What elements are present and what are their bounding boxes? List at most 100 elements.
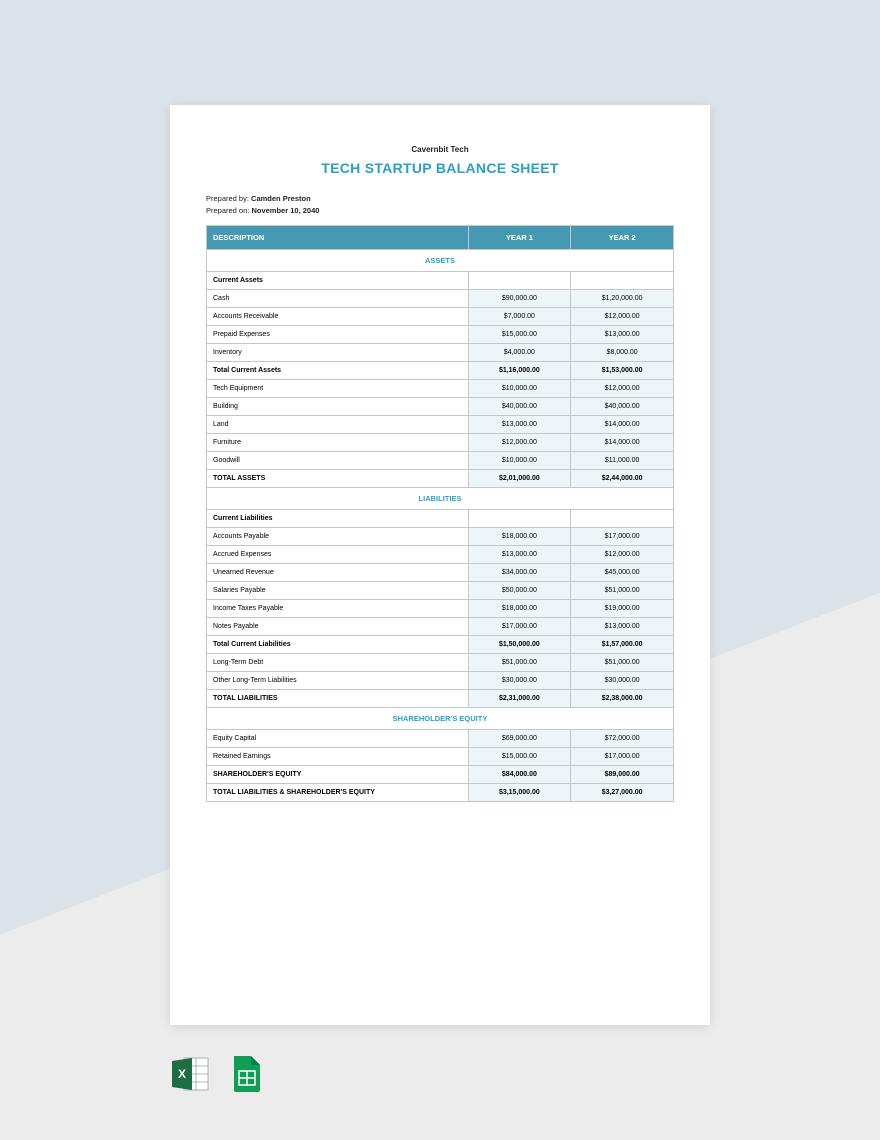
cell-label: Tech Equipment: [207, 380, 469, 398]
table-header-row: DESCRIPTION YEAR 1 YEAR 2: [207, 226, 674, 250]
row-accrued-expenses: Accrued Expenses$13,000.00$12,000.00: [207, 546, 674, 564]
cell-y1: $69,000.00: [468, 730, 571, 748]
cell-y2: $72,000.00: [571, 730, 674, 748]
cell-y1: $2,01,000.00: [468, 470, 571, 488]
row-tech-equipment: Tech Equipment$10,000.00$12,000.00: [207, 380, 674, 398]
cell-y2: $2,44,000.00: [571, 470, 674, 488]
svg-text:X: X: [178, 1067, 186, 1081]
row-inventory: Inventory$4,000.00$8,000.00: [207, 344, 674, 362]
section-assets: ASSETS: [207, 250, 674, 272]
cell-y2: $12,000.00: [571, 546, 674, 564]
cell-label: Land: [207, 416, 469, 434]
cell-y1: $34,000.00: [468, 564, 571, 582]
row-total-current-liabilities: Total Current Liabilities$1,50,000.00$1,…: [207, 636, 674, 654]
row-other-long-term-liabilities: Other Long-Term Liabilities$30,000.00$30…: [207, 672, 674, 690]
cell-y2: $14,000.00: [571, 416, 674, 434]
cell-label: Salaries Payable: [207, 582, 469, 600]
cell-y2: $13,000.00: [571, 326, 674, 344]
cell-label: Furniture: [207, 434, 469, 452]
cell-label: Prepaid Expenses: [207, 326, 469, 344]
row-long-term-debt: Long-Term Debt$51,000.00$51,000.00: [207, 654, 674, 672]
cell-label: Goodwill: [207, 452, 469, 470]
cell-y2: $89,000.00: [571, 766, 674, 784]
cell-y1: $4,000.00: [468, 344, 571, 362]
cell-label: TOTAL LIABILITIES & SHAREHOLDER'S EQUITY: [207, 784, 469, 802]
section-liabilities-label: LIABILITIES: [207, 488, 674, 510]
row-shareholders-equity: SHAREHOLDER'S EQUITY$84,000.00$89,000.00: [207, 766, 674, 784]
cell-label: Accounts Payable: [207, 528, 469, 546]
row-furniture: Furniture$12,000.00$14,000.00: [207, 434, 674, 452]
cell-label: Retained Earnings: [207, 748, 469, 766]
section-assets-label: ASSETS: [207, 250, 674, 272]
cell-label: Other Long-Term Liabilities: [207, 672, 469, 690]
cell-y2: $12,000.00: [571, 308, 674, 326]
excel-icon[interactable]: X: [170, 1054, 210, 1094]
prepared-by-line: Prepared by: Camden Preston: [206, 194, 674, 203]
cell-label: Long-Term Debt: [207, 654, 469, 672]
cell-y2: $17,000.00: [571, 748, 674, 766]
document-page: Cavernbit Tech TECH STARTUP BALANCE SHEE…: [170, 105, 710, 1025]
cell-y1: [468, 272, 571, 290]
cell-y1: $90,000.00: [468, 290, 571, 308]
google-sheets-icon[interactable]: [226, 1054, 266, 1094]
row-accounts-payable: Accounts Payable$18,000.00$17,000.00: [207, 528, 674, 546]
cell-y1: $3,15,000.00: [468, 784, 571, 802]
row-land: Land$13,000.00$14,000.00: [207, 416, 674, 434]
prepared-by-value: Camden Preston: [251, 194, 311, 203]
document-title: TECH STARTUP BALANCE SHEET: [206, 160, 674, 176]
row-salaries-payable: Salaries Payable$50,000.00$51,000.00: [207, 582, 674, 600]
row-total-liabilities-equity: TOTAL LIABILITIES & SHAREHOLDER'S EQUITY…: [207, 784, 674, 802]
cell-y2: [571, 510, 674, 528]
cell-y2: $17,000.00: [571, 528, 674, 546]
cell-y1: $13,000.00: [468, 546, 571, 564]
row-current-assets-header: Current Assets: [207, 272, 674, 290]
cell-y2: [571, 272, 674, 290]
cell-label: Building: [207, 398, 469, 416]
cell-label: Current Assets: [207, 272, 469, 290]
row-total-assets: TOTAL ASSETS$2,01,000.00$2,44,000.00: [207, 470, 674, 488]
company-name: Cavernbit Tech: [206, 145, 674, 154]
section-equity-label: SHAREHOLDER'S EQUITY: [207, 708, 674, 730]
cell-y2: $30,000.00: [571, 672, 674, 690]
row-prepaid-expenses: Prepaid Expenses$15,000.00$13,000.00: [207, 326, 674, 344]
cell-label: TOTAL LIABILITIES: [207, 690, 469, 708]
row-income-taxes-payable: Income Taxes Payable$18,000.00$19,000.00: [207, 600, 674, 618]
row-total-liabilities: TOTAL LIABILITIES$2,31,000.00$2,38,000.0…: [207, 690, 674, 708]
section-equity: SHAREHOLDER'S EQUITY: [207, 708, 674, 730]
cell-y1: $13,000.00: [468, 416, 571, 434]
cell-y1: $7,000.00: [468, 308, 571, 326]
prepared-on-value: November 10, 2040: [251, 206, 319, 215]
cell-label: Total Current Assets: [207, 362, 469, 380]
row-total-current-assets: Total Current Assets$1,16,000.00$1,53,00…: [207, 362, 674, 380]
cell-label: SHAREHOLDER'S EQUITY: [207, 766, 469, 784]
row-building: Building$40,000.00$40,000.00: [207, 398, 674, 416]
cell-y2: $12,000.00: [571, 380, 674, 398]
cell-y2: $1,20,000.00: [571, 290, 674, 308]
row-equity-capital: Equity Capital$69,000.00$72,000.00: [207, 730, 674, 748]
cell-y2: $19,000.00: [571, 600, 674, 618]
cell-y1: $15,000.00: [468, 326, 571, 344]
cell-y1: $2,31,000.00: [468, 690, 571, 708]
cell-y2: $8,000.00: [571, 344, 674, 362]
row-notes-payable: Notes Payable$17,000.00$13,000.00: [207, 618, 674, 636]
cell-y2: $11,000.00: [571, 452, 674, 470]
row-cash: Cash$90,000.00$1,20,000.00: [207, 290, 674, 308]
cell-label: Total Current Liabilities: [207, 636, 469, 654]
format-icons: X: [170, 1054, 266, 1094]
cell-y2: $2,38,000.00: [571, 690, 674, 708]
cell-label: Accounts Receivable: [207, 308, 469, 326]
cell-y1: $1,16,000.00: [468, 362, 571, 380]
cell-y1: $12,000.00: [468, 434, 571, 452]
cell-y1: $51,000.00: [468, 654, 571, 672]
balance-sheet-table: DESCRIPTION YEAR 1 YEAR 2 ASSETS Current…: [206, 225, 674, 802]
cell-y1: $84,000.00: [468, 766, 571, 784]
section-liabilities: LIABILITIES: [207, 488, 674, 510]
row-current-liabilities-header: Current Liabilities: [207, 510, 674, 528]
cell-label: Current Liabilities: [207, 510, 469, 528]
row-goodwill: Goodwill$10,000.00$11,000.00: [207, 452, 674, 470]
cell-y1: $15,000.00: [468, 748, 571, 766]
cell-y1: $17,000.00: [468, 618, 571, 636]
cell-y2: $51,000.00: [571, 582, 674, 600]
cell-label: Equity Capital: [207, 730, 469, 748]
row-unearned-revenue: Unearned Revenue$34,000.00$45,000.00: [207, 564, 674, 582]
